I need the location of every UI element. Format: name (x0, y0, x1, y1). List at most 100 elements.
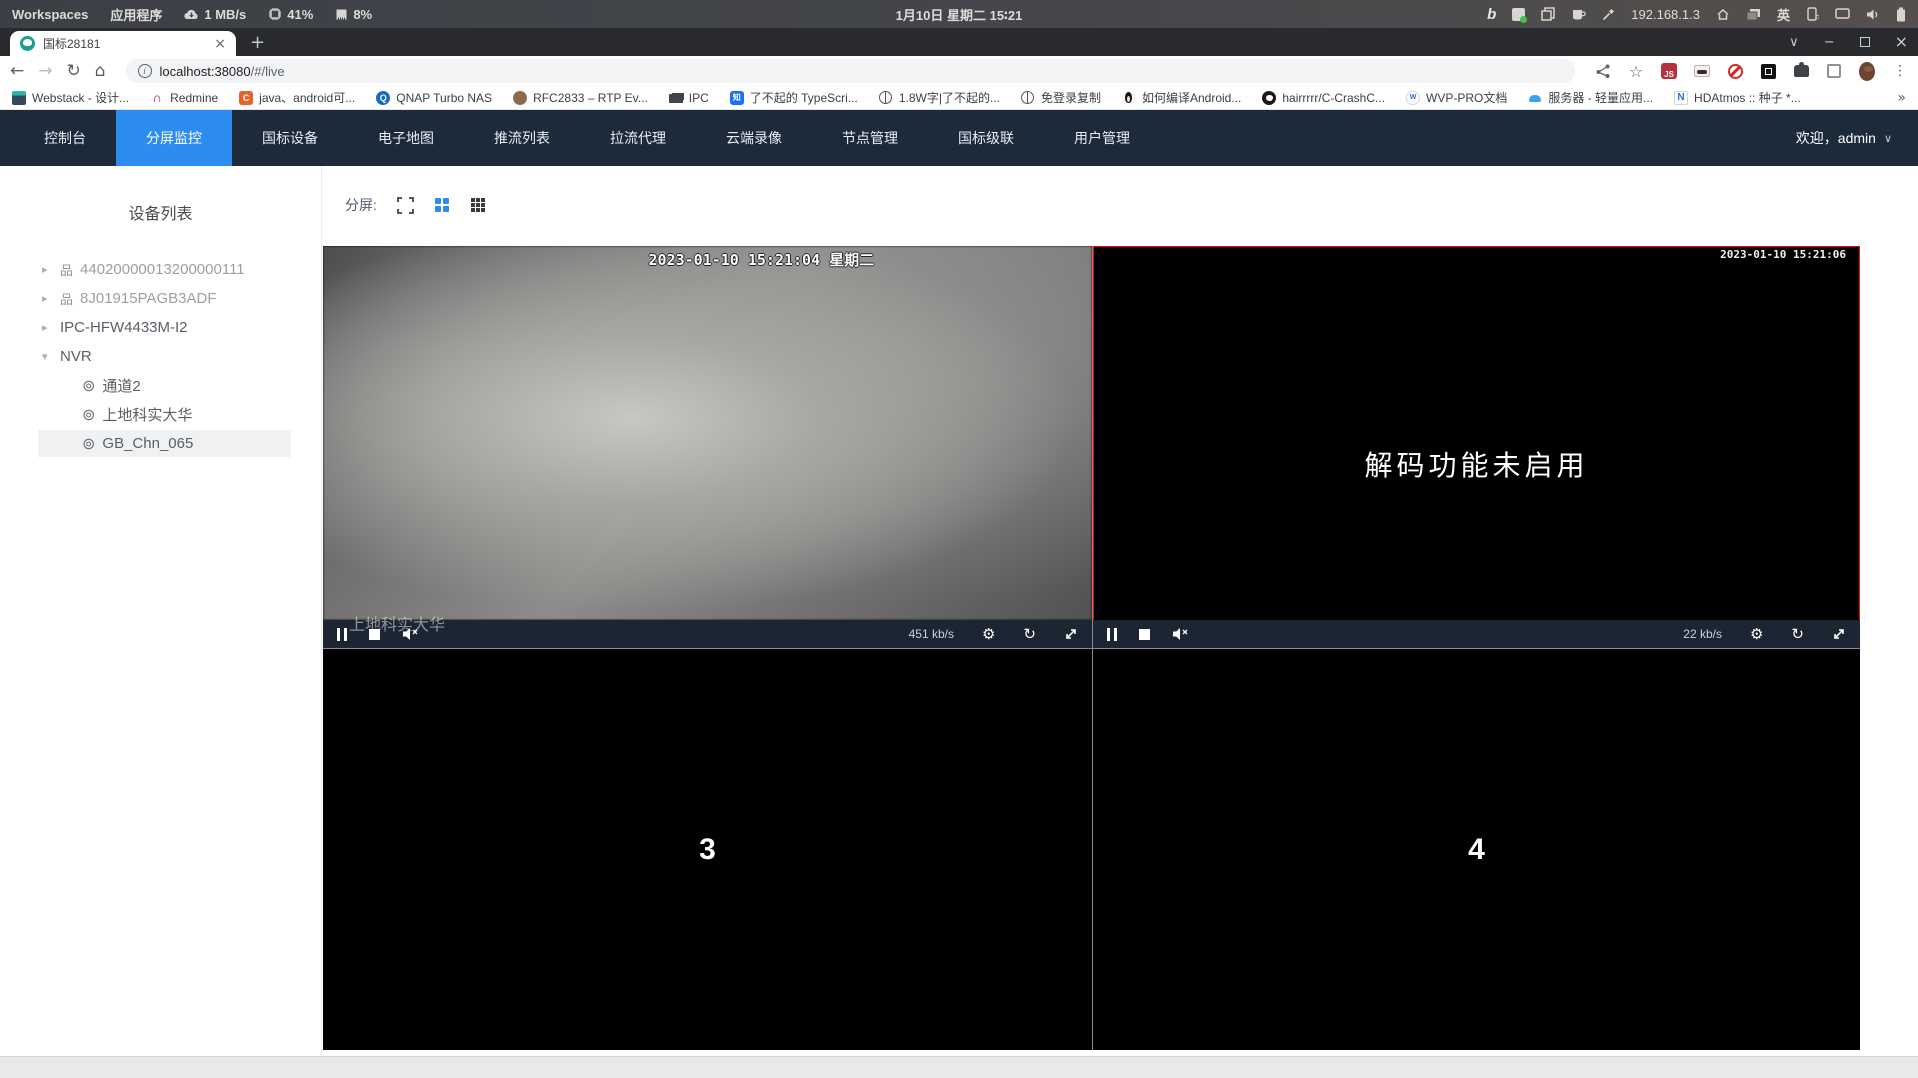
bookmark-item[interactable]: W WVP-PRO文档 (1406, 89, 1507, 106)
nav-item-split-screen[interactable]: 分屏监控 (116, 110, 232, 166)
nav-item-e-map[interactable]: 电子地图 (348, 110, 464, 166)
browser-menu-icon[interactable]: ⋮ (1892, 63, 1908, 79)
window-maximize-icon[interactable] (1859, 37, 1870, 47)
fullscreen-icon[interactable] (396, 196, 414, 214)
caret-right-icon[interactable]: ▸ (42, 321, 53, 334)
coffee-tray-icon[interactable] (1571, 8, 1587, 21)
bookmark-item[interactable]: 免登录复制 (1020, 89, 1101, 106)
nav-item-pull-proxy[interactable]: 拉流代理 (580, 110, 696, 166)
nav-item-push-list[interactable]: 推流列表 (464, 110, 580, 166)
phone-link-icon[interactable]: ? (1806, 7, 1819, 21)
bookmark-item[interactable]: Q QNAP Turbo NAS (376, 90, 492, 105)
grid-3x3-icon[interactable] (470, 197, 486, 213)
nav-item-user-manage[interactable]: 用户管理 (1044, 110, 1160, 166)
bookmark-item[interactable]: hairrrrr/C-CrashC... (1262, 90, 1385, 105)
browser-toolbar: ← → ↻ ⌂ i localhost:38080/#/live ☆ JS ⋮ (0, 56, 1918, 86)
settings-icon[interactable]: ⚙ (1750, 626, 1763, 642)
new-tab-button[interactable]: + (250, 32, 265, 53)
extension-white-square-icon[interactable] (1827, 64, 1841, 78)
nav-item-node-manage[interactable]: 节点管理 (812, 110, 928, 166)
stop-icon[interactable] (1139, 628, 1150, 640)
video-watermark: 上地科实大华 (349, 617, 446, 634)
tree-item-device[interactable]: ▸ 品 8J01915PAGB3ADF (38, 285, 291, 312)
window-close-icon[interactable]: × (1895, 34, 1908, 50)
caret-down-icon[interactable]: ▾ (42, 350, 53, 363)
tree-item-device[interactable]: ▸ 品 44020000013200000111 (38, 256, 291, 283)
nav-item-gb-devices[interactable]: 国标设备 (232, 110, 348, 166)
forward-icon[interactable]: → (38, 62, 52, 80)
extension-mask-icon[interactable] (1694, 65, 1710, 77)
extension-black-square-icon[interactable] (1760, 63, 1776, 79)
tree-channel[interactable]: ⊚ 通道2 (38, 372, 291, 399)
volume-icon[interactable] (1866, 8, 1880, 21)
clock[interactable]: 1月10日 星期二 15∶21 (896, 5, 1023, 24)
nav-item-gb-cascade[interactable]: 国标级联 (928, 110, 1044, 166)
bookmark-item[interactable]: RFC2833 – RTP Ev... (513, 90, 648, 105)
display-tray-icon[interactable] (1835, 8, 1850, 20)
settings-icon[interactable]: ⚙ (982, 626, 995, 642)
windows-overlap-icon[interactable] (1746, 8, 1761, 21)
bookmark-item[interactable]: 服务器 - 轻量应用... (1528, 89, 1653, 106)
user-menu[interactable]: 欢迎，admin ∨ (1796, 128, 1892, 148)
battery-icon[interactable] (1896, 7, 1906, 22)
reload-icon[interactable]: ↻ (67, 62, 81, 80)
video-window-4[interactable]: 4 (1093, 649, 1860, 1050)
bing-tray-icon[interactable]: b (1487, 6, 1496, 23)
tree-channel[interactable]: ⊚ 上地科实大华 (38, 401, 291, 428)
address-bar[interactable]: i localhost:38080/#/live (125, 59, 1575, 83)
back-icon[interactable]: ← (10, 62, 24, 80)
ip-address[interactable]: 192.168.1.3 (1631, 7, 1700, 22)
video-control-bar: 22 kb/s ⚙ ↻ (1093, 620, 1860, 648)
caret-right-icon[interactable]: ▸ (42, 292, 53, 305)
bookmark-item[interactable]: N HDAtmos :: 种子 *... (1674, 89, 1801, 106)
bookmark-item[interactable]: Webstack - 设计... (12, 89, 129, 106)
grid-2x2-icon[interactable] (434, 197, 450, 213)
pause-icon[interactable] (337, 627, 347, 641)
penguin-icon (1121, 90, 1136, 105)
mute-icon[interactable] (1172, 627, 1189, 641)
main-panel: 分屏: 2023-01-10 15:21:04 星期二 上地科实大华 451 k… (323, 166, 1918, 1078)
bookmark-item[interactable]: 1.8W字|了不起的... (878, 89, 1000, 106)
nav-item-console[interactable]: 控制台 (14, 110, 116, 166)
input-method-indicator[interactable]: 英 (1777, 5, 1790, 24)
share-icon[interactable] (1595, 63, 1611, 79)
app-indicator-icon[interactable] (1512, 7, 1528, 23)
video-window-2[interactable]: 2023-01-10 15:21:06 解码功能未启用 22 kb/s ⚙ ↻ (1093, 246, 1860, 648)
profile-avatar[interactable] (1859, 61, 1875, 81)
refresh-icon[interactable]: ↻ (1023, 626, 1036, 642)
page-content: 设备列表 ▸ 品 44020000013200000111 ▸ 品 8J0191… (0, 166, 1918, 1078)
tool-tray-icon[interactable] (1602, 8, 1615, 21)
bookmark-item[interactable]: ∩ Redmine (150, 90, 218, 105)
extension-blocker-icon[interactable] (1727, 63, 1743, 79)
extension-js-icon[interactable]: JS (1661, 63, 1677, 79)
bookmark-star-icon[interactable]: ☆ (1628, 62, 1644, 81)
tree-item-device[interactable]: ▸ IPC-HFW4433M-I2 (38, 314, 291, 341)
bookmark-item[interactable]: 知了不起的 TypeScri... (729, 89, 858, 106)
window-chevron-icon[interactable]: ∨ (1789, 36, 1799, 49)
nav-item-cloud-record[interactable]: 云端录像 (696, 110, 812, 166)
pause-icon[interactable] (1107, 627, 1117, 641)
home-tray-icon[interactable] (1716, 8, 1730, 21)
bookmarks-overflow-icon[interactable]: » (1897, 90, 1906, 106)
bookmark-item[interactable]: 如何编译Android... (1121, 89, 1241, 106)
bookmark-folder[interactable]: IPC (668, 91, 709, 105)
net-speed-indicator: 1 MB/s (184, 7, 246, 22)
tab-close-icon[interactable]: × (214, 37, 226, 51)
site-info-icon[interactable]: i (137, 64, 152, 78)
tree-item-nvr[interactable]: ▾ NVR (38, 343, 291, 370)
clipboard-copy-icon[interactable] (1541, 7, 1556, 21)
workspaces-button[interactable]: Workspaces (12, 7, 88, 22)
bookmark-item[interactable]: Cjava、android可... (239, 89, 355, 106)
extensions-puzzle-icon[interactable] (1793, 62, 1809, 77)
caret-right-icon[interactable]: ▸ (42, 263, 53, 276)
video-window-1[interactable]: 2023-01-10 15:21:04 星期二 上地科实大华 451 kb/s … (323, 246, 1092, 648)
refresh-icon[interactable]: ↻ (1791, 626, 1804, 642)
expand-icon[interactable] (1064, 627, 1078, 641)
window-minimize-icon[interactable]: − (1824, 36, 1835, 49)
browser-tab[interactable]: 国标28181 × (10, 31, 236, 56)
expand-icon[interactable] (1832, 627, 1846, 641)
tree-channel-selected[interactable]: ⊚ GB_Chn_065 (38, 430, 291, 457)
video-window-3[interactable]: 3 (323, 649, 1092, 1050)
browser-home-icon[interactable]: ⌂ (95, 62, 106, 80)
applications-menu[interactable]: 应用程序 (110, 5, 162, 24)
